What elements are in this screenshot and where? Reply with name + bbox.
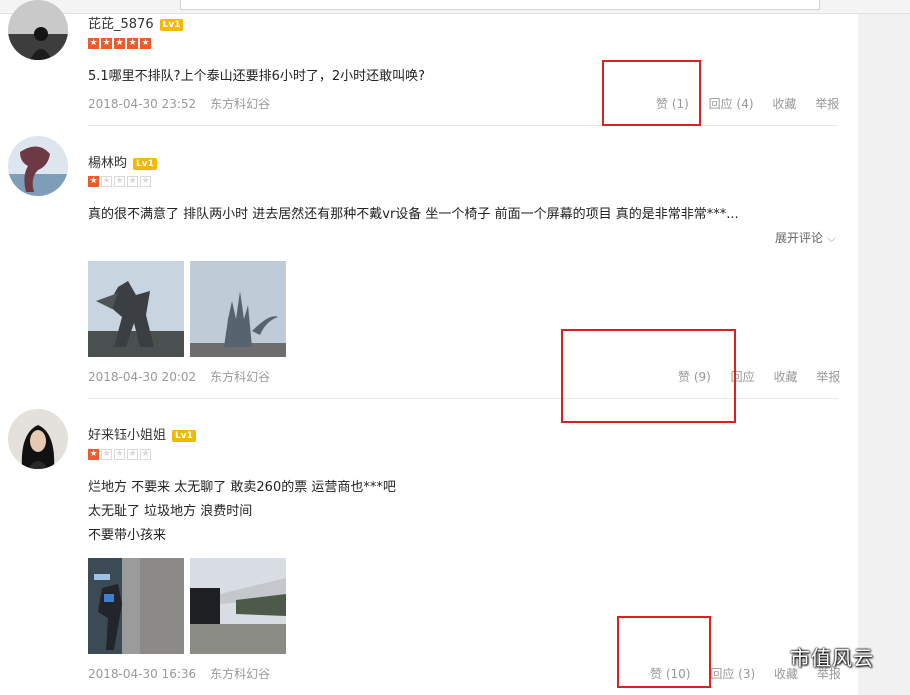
star-rating: ★ ★ ★ ★ ★ xyxy=(88,449,151,460)
review-place[interactable]: 东方科幻谷 xyxy=(210,97,270,111)
reply-label: 回应 xyxy=(708,97,733,111)
star-empty-icon: ★ xyxy=(127,449,138,460)
report-button[interactable]: 举报 xyxy=(815,97,839,111)
reply-label: 回应 xyxy=(710,667,735,681)
star-filled-icon: ★ xyxy=(88,38,99,49)
page-side-gutter xyxy=(858,14,910,695)
chevron-down-icon: ⌵ xyxy=(826,231,836,245)
review-text: 不要带小孩来 xyxy=(88,528,167,543)
level-badge: Lv1 xyxy=(159,19,184,31)
favorite-button[interactable]: 收藏 xyxy=(774,370,798,384)
star-filled-icon: ★ xyxy=(127,38,138,49)
review-meta: 2018-04-30 23:52 东方科幻谷 xyxy=(88,95,270,112)
review-text: 5.1哪里不排队?上个泰山还要排6小时了，2小时还敢叫唤? xyxy=(88,69,426,84)
star-empty-icon: ★ xyxy=(127,176,138,187)
star-filled-icon: ★ xyxy=(140,38,151,49)
review-place[interactable]: 东方科幻谷 xyxy=(210,667,270,681)
level-badge: Lv1 xyxy=(172,430,196,442)
highlight-box xyxy=(617,616,711,688)
review-text: 真的很不满意了 排队两小时 进去居然还有那种不戴vr设备 坐一个椅子 前面一个屏… xyxy=(88,207,739,222)
review-text: 烂地方 不要来 太无聊了 敢卖260的票 运营商也***吧 xyxy=(88,480,396,495)
username-text[interactable]: 楊林昀 xyxy=(88,156,127,171)
expand-review-link[interactable]: 展开评论 ⌵ xyxy=(775,229,836,246)
highlight-box xyxy=(602,60,701,126)
review-item: 好来钰小姐姐 Lv1 ★ ★ ★ ★ ★ 烂地方 不要来 太无聊了 敢卖260的票 运营商… xyxy=(0,399,858,695)
report-button[interactable]: 举报 xyxy=(816,370,840,384)
username[interactable]: 芘芘_5876 Lv1 xyxy=(88,13,184,32)
star-empty-icon: ★ xyxy=(114,176,125,187)
review-date: 2018-04-30 16:36 xyxy=(88,667,197,681)
star-rating: ★ ★ ★ ★ ★ xyxy=(88,176,151,187)
watermark-text: 市值风云 xyxy=(790,645,874,670)
avatar[interactable] xyxy=(8,0,68,60)
star-rating: ★ ★ ★ ★ ★ xyxy=(88,38,151,49)
review-photo[interactable] xyxy=(88,261,184,357)
username[interactable]: 好来钰小姐姐 Lv1 xyxy=(88,424,196,443)
reply-count: (4) xyxy=(736,97,754,111)
expand-label: 展开评论 xyxy=(775,231,824,245)
star-empty-icon: ★ xyxy=(114,449,125,460)
username-text[interactable]: 好来钰小姐姐 xyxy=(88,428,166,443)
avatar[interactable] xyxy=(8,409,68,469)
review-text: 太无耻了 垃圾地方 浪费时间 xyxy=(88,504,253,519)
avatar[interactable] xyxy=(8,136,68,196)
review-photo[interactable] xyxy=(190,558,286,654)
review-photo[interactable] xyxy=(190,261,286,357)
review-meta: 2018-04-30 20:02 东方科幻谷 xyxy=(88,368,270,385)
reply-button[interactable]: 回应 (4) xyxy=(709,97,754,111)
star-filled-icon: ★ xyxy=(88,176,99,187)
star-filled-icon: ★ xyxy=(114,38,125,49)
review-place[interactable]: 东方科幻谷 xyxy=(210,370,270,384)
star-empty-icon: ★ xyxy=(140,449,151,460)
wechat-logo-icon xyxy=(749,643,781,668)
favorite-button[interactable]: 收藏 xyxy=(772,97,796,111)
star-filled-icon: ★ xyxy=(88,449,99,460)
star-empty-icon: ★ xyxy=(140,176,151,187)
star-empty-icon: ★ xyxy=(101,449,112,460)
username-text[interactable]: 芘芘_5876 xyxy=(88,17,154,32)
review-meta: 2018-04-30 16:36 东方科幻谷 xyxy=(88,665,270,682)
review-photo[interactable] xyxy=(88,558,184,654)
username[interactable]: 楊林昀 Lv1 xyxy=(88,152,157,171)
review-item: 芘芘_5876 Lv1 ★ ★ ★ ★ ★ 5.1哪里不排队?上个泰山还要排6小时了，2小… xyxy=(0,0,858,126)
review-date: 2018-04-30 20:02 xyxy=(88,370,197,384)
level-badge: Lv1 xyxy=(133,158,157,170)
star-empty-icon: ★ xyxy=(101,176,112,187)
wechat-watermark: 市值风云 xyxy=(748,641,874,671)
star-filled-icon: ★ xyxy=(101,38,112,49)
review-date: 2018-04-30 23:52 xyxy=(88,97,197,111)
